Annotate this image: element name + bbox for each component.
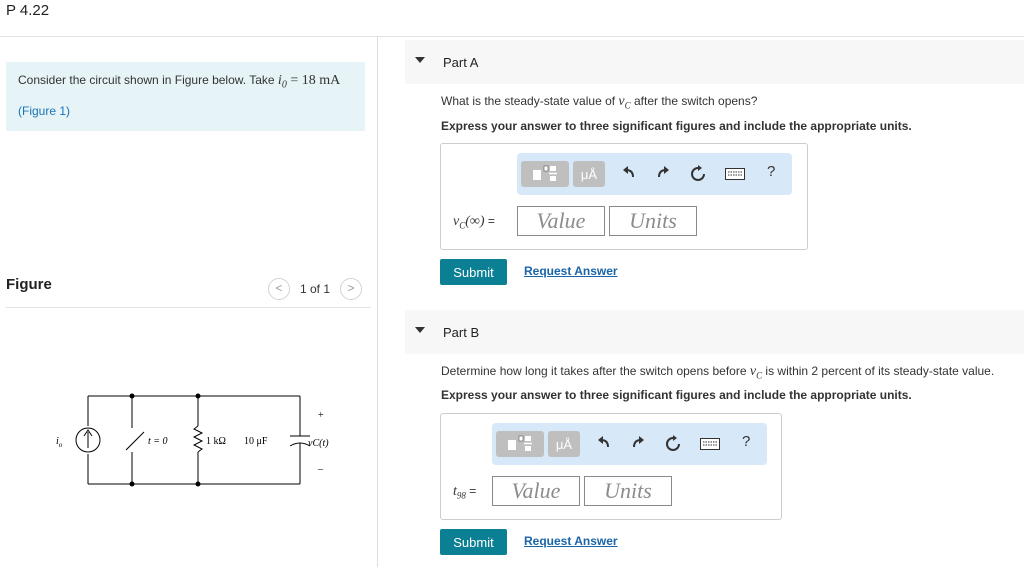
part-a-math-toolbar: μÅ ? [517, 153, 792, 195]
part-a-submit-button[interactable]: Submit [440, 259, 507, 285]
part-b-submit-button[interactable]: Submit [440, 529, 507, 555]
problem-title: P 4.22 [6, 2, 50, 19]
figure-divider [6, 307, 371, 308]
intro-text: Consider the circuit shown in Figure bel… [18, 73, 341, 91]
part-b-header[interactable]: Part B [405, 310, 1024, 354]
collapse-caret-icon[interactable] [415, 327, 425, 333]
units-button[interactable]: μÅ [548, 431, 580, 457]
templates-button[interactable] [521, 161, 569, 187]
pager-prev-button[interactable]: < [268, 278, 290, 300]
collapse-caret-icon[interactable] [415, 57, 425, 63]
junction-dot [129, 393, 135, 399]
redo-arrow-icon[interactable] [655, 165, 671, 181]
part-b-request-answer-link[interactable]: Request Answer [524, 534, 618, 548]
problem-intro: Consider the circuit shown in Figure bel… [6, 62, 365, 131]
resistor-label: 1 kΩ [206, 436, 226, 447]
figure-link[interactable]: (Figure 1) [18, 104, 70, 118]
part-a-answer-box: μÅ ? vC(∞) = [440, 143, 808, 250]
redo-arrow-icon[interactable] [630, 435, 646, 451]
voltage-plus: + [318, 410, 324, 421]
pager-next-button[interactable]: > [340, 278, 362, 300]
units-button[interactable]: μÅ [573, 161, 605, 187]
voltage-label: vC(t) [308, 438, 329, 449]
column-divider [377, 36, 378, 567]
header-divider [0, 36, 1024, 37]
part-a-header[interactable]: Part A [405, 40, 1024, 84]
undo-arrow-icon[interactable] [596, 435, 612, 451]
part-b-value-input[interactable] [492, 476, 580, 506]
part-a-request-answer-link[interactable]: Request Answer [524, 264, 618, 278]
figure-label: Figure [6, 276, 52, 293]
resistor-icon [192, 425, 204, 453]
keyboard-icon[interactable] [725, 168, 745, 180]
intro-math-rest: = 18 mA [286, 73, 341, 88]
part-b-title: Part B [443, 325, 480, 340]
junction-dot [129, 481, 135, 487]
junction-dot [195, 393, 201, 399]
part-b-math-toolbar: μÅ ? [492, 423, 767, 465]
part-a-question: What is the steady-state value of vC aft… [441, 94, 758, 111]
templates-icon [508, 435, 532, 451]
pager-count: 1 of 1 [300, 282, 331, 296]
circuit-diagram: io t = 0 1 kΩ 10 μF + vC(t) – [56, 393, 329, 487]
part-b-instructions: Express your answer to three significant… [441, 388, 912, 402]
part-a-units-input[interactable] [609, 206, 697, 236]
switch-label: t = 0 [148, 436, 168, 447]
part-b-units-input[interactable] [584, 476, 672, 506]
reset-icon[interactable] [689, 165, 707, 183]
part-b-answer-box: μÅ ? t98 = [440, 413, 782, 520]
part-a-variable-label: vC(∞) = [453, 214, 495, 231]
templates-button[interactable] [496, 431, 544, 457]
part-a-instructions: Express your answer to three significant… [441, 119, 912, 133]
undo-arrow-icon[interactable] [621, 165, 637, 181]
reset-icon[interactable] [664, 435, 682, 453]
part-a-title: Part A [443, 55, 479, 70]
help-button[interactable]: ? [742, 433, 750, 450]
keyboard-icon[interactable] [700, 438, 720, 450]
switch-icon [125, 431, 145, 451]
part-b-question: Determine how long it takes after the sw… [441, 364, 995, 381]
templates-icon [533, 165, 557, 181]
part-a-value-input[interactable] [517, 206, 605, 236]
capacitor-label: 10 μF [244, 436, 268, 447]
source-label: io [56, 436, 63, 449]
junction-dot [195, 481, 201, 487]
voltage-minus: – [317, 464, 324, 475]
help-button[interactable]: ? [767, 163, 775, 180]
part-b-variable-label: t98 = [453, 484, 477, 501]
